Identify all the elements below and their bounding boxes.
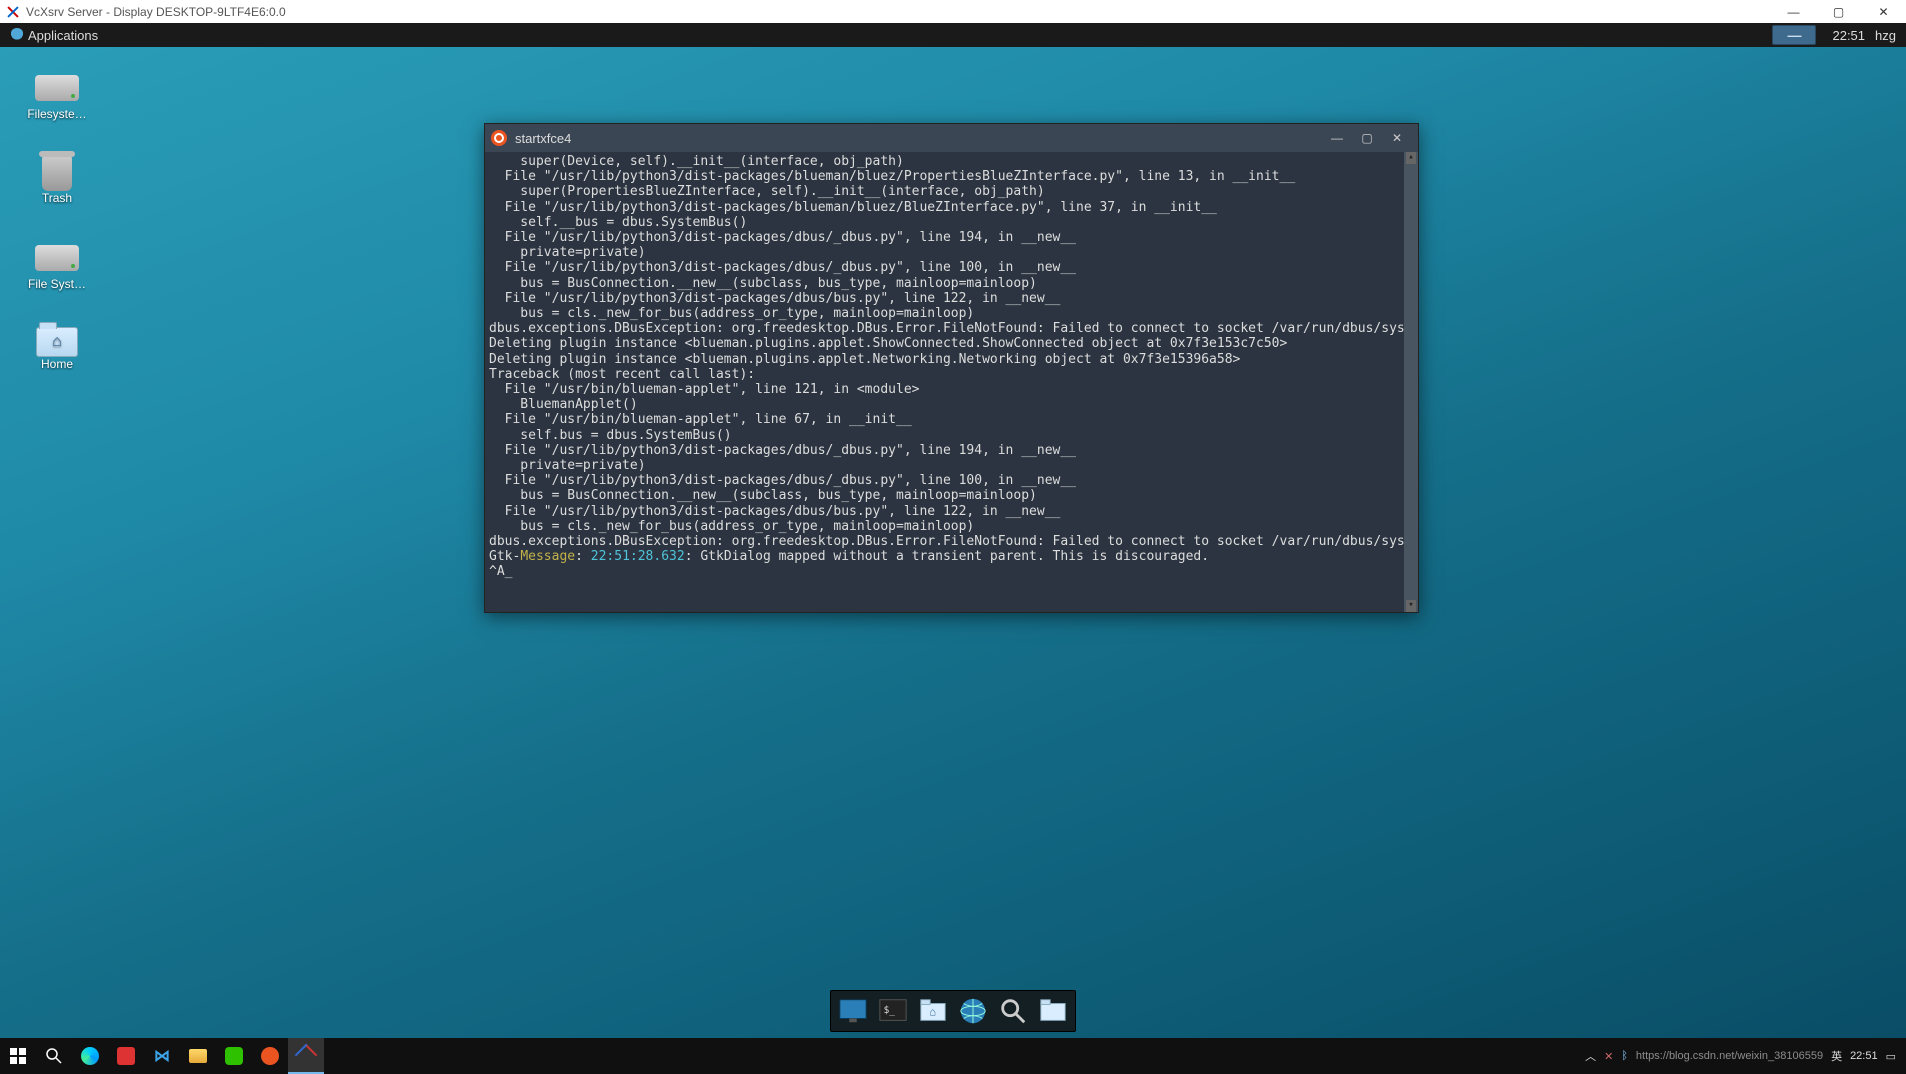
tray-chevron-up-icon[interactable]: ︿ [1585,1048,1596,1064]
vcxsrv-taskbar-icon [298,1047,314,1063]
dock-folder[interactable] [1035,993,1071,1029]
windows-start-button[interactable] [0,1038,36,1074]
edge-icon [81,1047,99,1065]
ubuntu-icon [491,130,507,146]
scrollbar-up-button[interactable]: ▴ [1406,152,1416,164]
tray-clock[interactable]: 22:51 [1850,1050,1878,1062]
windows-minimize-button[interactable]: — [1771,0,1816,23]
red-app-icon [117,1047,135,1065]
trash-icon [42,155,72,191]
panel-clock[interactable]: 22:51 [1832,28,1865,43]
tray-url-watermark: https://blog.csdn.net/weixin_38106559 [1636,1050,1823,1062]
dock-web-browser[interactable] [955,993,991,1029]
terminal-titlebar[interactable]: startxfce4 — ▢ ✕ [485,124,1418,152]
windows-system-tray[interactable]: ︿ ✕ ᛒ https://blog.csdn.net/weixin_38106… [1575,1048,1906,1064]
terminal-body[interactable]: super(Device, self).__init__(interface, … [485,152,1418,612]
desktop-icon-label: Trash [14,191,100,205]
taskbar-ubuntu[interactable] [252,1038,288,1074]
taskbar-vscode[interactable]: ⋈ [144,1038,180,1074]
windows-search-button[interactable] [36,1038,72,1074]
xfce-desktop[interactable]: Filesyste… Trash File Syst… Home startxf… [0,47,1906,1038]
desktop-icon-label: File Syst… [14,277,100,291]
panel-user[interactable]: hzg [1875,28,1896,43]
explorer-icon [189,1049,207,1063]
desktop-icon-home[interactable]: Home [14,323,100,371]
dock-file-manager[interactable]: ⌂ [915,993,951,1029]
terminal-scrollbar[interactable]: ▴ ▾ [1404,152,1418,612]
tray-bluetooth-icon[interactable]: ᛒ [1621,1050,1628,1062]
taskbar-wechat[interactable] [216,1038,252,1074]
windows-maximize-button[interactable]: ▢ [1816,0,1861,23]
terminal-maximize-button[interactable]: ▢ [1352,127,1382,149]
scrollbar-down-button[interactable]: ▾ [1406,600,1416,612]
vcxsrv-icon [6,5,20,19]
taskbar-edge[interactable] [72,1038,108,1074]
applications-menu-button[interactable]: Applications [6,23,102,47]
desktop-icon-label: Filesyste… [14,107,100,121]
taskbar-minimized-window[interactable]: — [1772,25,1816,45]
terminal-close-button[interactable]: ✕ [1382,127,1412,149]
xfce-mouse-icon [10,28,24,42]
windows-titlebar: VcXsrv Server - Display DESKTOP-9LTF4E6:… [0,0,1906,23]
desktop-icon-filesystem[interactable]: Filesyste… [14,69,100,121]
tray-notifications-icon[interactable]: ▭ [1886,1050,1896,1063]
taskbar-explorer[interactable] [180,1038,216,1074]
dock-search[interactable] [995,993,1031,1029]
ubuntu-taskbar-icon [261,1047,279,1065]
terminal-gtk-line: Gtk-Message: 22:51:28.632: GtkDialog map… [489,549,1414,564]
wechat-icon [225,1047,243,1065]
svg-text:⌂: ⌂ [929,1007,936,1019]
xfce-top-panel: Applications — 22:51 hzg [0,23,1906,47]
xfce-dock: $_ ⌂ [830,990,1076,1032]
desktop-icon-label: Home [14,357,100,371]
dock-terminal[interactable]: $_ [875,993,911,1029]
windows-close-button[interactable]: ✕ [1861,0,1906,23]
desktop-icon-file-syst[interactable]: File Syst… [14,239,100,291]
drive-icon [35,245,79,271]
vscode-icon: ⋈ [154,1046,170,1066]
drive-icon [35,75,79,101]
terminal-prompt: ^A_ [489,564,1414,579]
terminal-output: super(Device, self).__init__(interface, … [489,154,1414,549]
svg-text:$_: $_ [884,1005,896,1016]
windows-title: VcXsrv Server - Display DESKTOP-9LTF4E6:… [26,5,1771,19]
applications-label: Applications [28,28,98,43]
terminal-minimize-button[interactable]: — [1322,127,1352,149]
terminal-title: startxfce4 [515,131,1322,146]
tray-ime[interactable]: 英 [1831,1048,1842,1064]
home-folder-icon [36,327,78,357]
terminal-window[interactable]: startxfce4 — ▢ ✕ super(Device, self).__i… [484,123,1419,613]
tray-vcxsrv-icon[interactable]: ✕ [1604,1050,1613,1063]
taskbar-vcxsrv[interactable] [288,1038,324,1074]
taskbar-app-red[interactable] [108,1038,144,1074]
desktop-icon-trash[interactable]: Trash [14,155,100,205]
windows-taskbar: ⋈ ︿ ✕ ᛒ https://blog.csdn.net/weixin_381… [0,1038,1906,1074]
dock-show-desktop[interactable] [835,993,871,1029]
